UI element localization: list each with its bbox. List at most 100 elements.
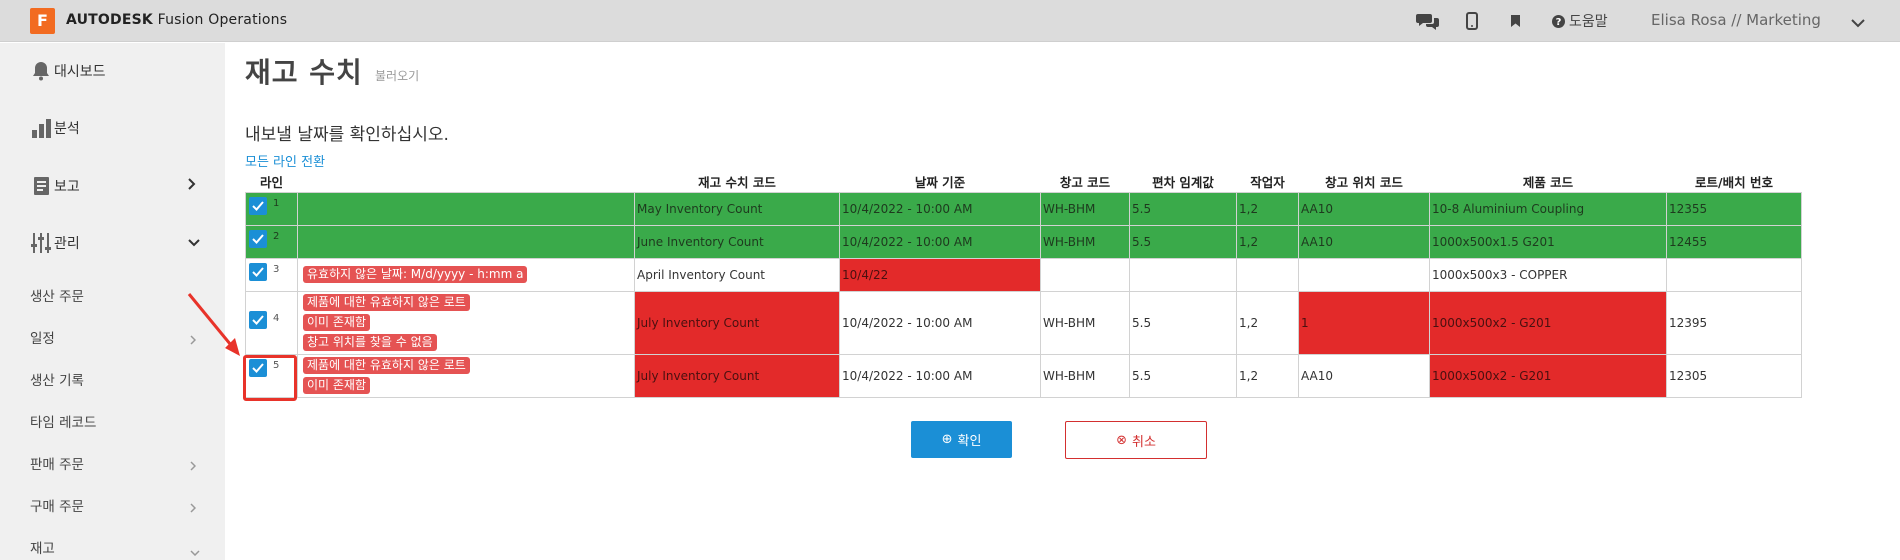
- cell-deviation: 5.5: [1129, 353, 1237, 398]
- cell-date: 10/4/2022 - 10:00 AM: [839, 191, 1041, 226]
- table-header: 라인 재고 수치 코드 날짜 기준 창고 코드 편차 임계값 작업자 창고 위치…: [245, 171, 1802, 192]
- cell-operator: 1,2: [1236, 290, 1299, 355]
- cell-date: 10/4/2022 - 10:00 AM: [839, 224, 1041, 259]
- report-icon: [30, 175, 52, 197]
- cell-count-code: July Inventory Count: [634, 353, 840, 398]
- help-label: 도움말: [1569, 14, 1608, 30]
- cell-location: [1298, 257, 1430, 292]
- line-number: 2: [273, 230, 280, 242]
- column-header[interactable]: 날짜 기준: [839, 171, 1041, 192]
- cell-count-code: April Inventory Count: [634, 257, 840, 292]
- row-checkbox[interactable]: [249, 196, 267, 215]
- sidebar-subitem-inventory[interactable]: 재고: [30, 537, 55, 557]
- cell-warehouse: WH-BHM: [1040, 290, 1130, 355]
- column-header[interactable]: 라인: [245, 171, 298, 192]
- cell-warehouse: WH-BHM: [1040, 353, 1130, 398]
- line-number: 3: [273, 263, 280, 275]
- cell-lot: 12455: [1666, 224, 1802, 259]
- chevron-down-icon: [190, 541, 200, 560]
- cell-operator: 1,2: [1236, 224, 1299, 259]
- chevron-down-icon[interactable]: [1851, 13, 1865, 32]
- bar-chart-icon: [30, 117, 52, 139]
- column-header[interactable]: 창고 위치 코드: [1298, 171, 1430, 192]
- cell-deviation: [1129, 257, 1237, 292]
- errors-cell: [297, 191, 635, 226]
- cell-date: 10/4/2022 - 10:00 AM: [839, 353, 1041, 398]
- cell-operator: 1,2: [1236, 191, 1299, 226]
- errors-cell: 제품에 대한 유효하지 않은 로트 이미 존재함 창고 위치를 찾을 수 없음: [297, 290, 635, 355]
- confirm-label: 확인: [957, 434, 982, 449]
- cell-count-code: July Inventory Count: [634, 290, 840, 355]
- user-menu[interactable]: Elisa Rosa // Marketing: [1651, 11, 1821, 29]
- errors-cell: 제품에 대한 유효하지 않은 로트 이미 존재함: [297, 353, 635, 398]
- toggle-all-lines-link[interactable]: 모든 라인 전환: [245, 151, 325, 170]
- sidebar-subitem-schedule[interactable]: 일정: [30, 327, 55, 347]
- cell-deviation: 5.5: [1129, 224, 1237, 259]
- sidebar-subitem-production-records[interactable]: 생산 기록: [30, 369, 84, 389]
- confirm-message: 내보낼 날짜를 확인하십시오.: [245, 125, 449, 145]
- line-number: 4: [273, 312, 280, 324]
- column-header[interactable]: 재고 수치 코드: [634, 171, 840, 192]
- confirm-button[interactable]: ⊕ 확인: [911, 421, 1012, 458]
- cell-product: 1000x500x2 - G201: [1429, 353, 1667, 398]
- help-icon: ?: [1552, 14, 1565, 28]
- cancel-circle-icon: ⊗: [1116, 432, 1127, 448]
- column-header[interactable]: 작업자: [1236, 171, 1299, 192]
- cell-warehouse: WH-BHM: [1040, 191, 1130, 226]
- sidebar-item-analysis[interactable]: 분석: [0, 117, 225, 139]
- svg-text:?: ?: [1556, 17, 1562, 28]
- cancel-button[interactable]: ⊗ 취소: [1065, 421, 1207, 459]
- chevron-right-icon: [190, 498, 197, 517]
- row-checkbox[interactable]: [249, 229, 267, 248]
- plus-circle-icon: ⊕: [941, 432, 953, 447]
- table-row: 4 제품에 대한 유효하지 않은 로트 이미 존재함 창고 위치를 찾을 수 없…: [245, 290, 1802, 355]
- row-checkbox[interactable]: [249, 310, 267, 329]
- sidebar-item-label: 대시보드: [54, 64, 106, 80]
- cell-location: AA10: [1298, 353, 1430, 398]
- cell-product: 10-8 Aluminium Coupling: [1429, 191, 1667, 226]
- checkmark-icon: [252, 266, 264, 277]
- table-row: 3 유효하지 않은 날짜: M/d/yyyy - h:mm a April In…: [245, 257, 1802, 292]
- column-header[interactable]: 창고 코드: [1040, 171, 1130, 192]
- sidebar-item-dashboard[interactable]: 대시보드: [0, 60, 225, 82]
- error-tag: 이미 존재함: [303, 377, 371, 394]
- cell-lot: 12305: [1666, 353, 1802, 398]
- cell-lot: 12355: [1666, 191, 1802, 226]
- cell-location: 1: [1298, 290, 1430, 355]
- sidebar-item-manage[interactable]: 관리: [0, 232, 225, 254]
- row-checkbox[interactable]: [249, 262, 267, 281]
- help-button[interactable]: ? 도움말: [1552, 11, 1608, 31]
- arrow-icon: [187, 293, 240, 356]
- highlight-box: [243, 355, 297, 401]
- sidebar-subitem-production-orders[interactable]: 생산 주문: [30, 285, 84, 305]
- table-row: 2 June Inventory Count 10/4/2022 - 10:00…: [245, 224, 1802, 259]
- cell-date: 10/4/22: [839, 257, 1041, 292]
- cell-lot: [1666, 257, 1802, 292]
- column-header[interactable]: 로트/배치 번호: [1666, 171, 1802, 192]
- cell-warehouse: [1040, 257, 1130, 292]
- cell-date: 10/4/2022 - 10:00 AM: [839, 290, 1041, 355]
- column-header[interactable]: 제품 코드: [1429, 171, 1667, 192]
- table-row: 1 May Inventory Count 10/4/2022 - 10:00 …: [245, 191, 1802, 226]
- cell-deviation: 5.5: [1129, 191, 1237, 226]
- line-cell: 4: [245, 290, 298, 355]
- checkmark-icon: [252, 200, 264, 211]
- fusion-logo[interactable]: F: [30, 8, 55, 34]
- page-title: 재고 수치: [245, 56, 363, 89]
- page-subtitle: 불러오기: [375, 69, 420, 83]
- bookmark-icon[interactable]: [1510, 11, 1521, 31]
- cell-lot: 12395: [1666, 290, 1802, 355]
- cancel-label: 취소: [1131, 434, 1156, 450]
- sidebar-subitem-time-records[interactable]: 타임 레코드: [30, 411, 96, 431]
- chat-icon[interactable]: [1416, 11, 1440, 31]
- cell-product: 1000x500x3 - COPPER: [1429, 257, 1667, 292]
- sidebar-subitem-purchase-orders[interactable]: 구매 주문: [30, 495, 84, 515]
- error-tag: 유효하지 않은 날짜: M/d/yyyy - h:mm a: [303, 266, 528, 283]
- column-header[interactable]: 편차 임계값: [1129, 171, 1237, 192]
- sidebar-subitem-sales-orders[interactable]: 판매 주문: [30, 453, 84, 473]
- mobile-icon[interactable]: [1466, 11, 1478, 31]
- cell-operator: [1236, 257, 1299, 292]
- sidebar-item-report[interactable]: 보고: [0, 175, 225, 197]
- sidebar-item-label: 보고: [54, 179, 80, 195]
- chevron-right-icon: [188, 178, 196, 194]
